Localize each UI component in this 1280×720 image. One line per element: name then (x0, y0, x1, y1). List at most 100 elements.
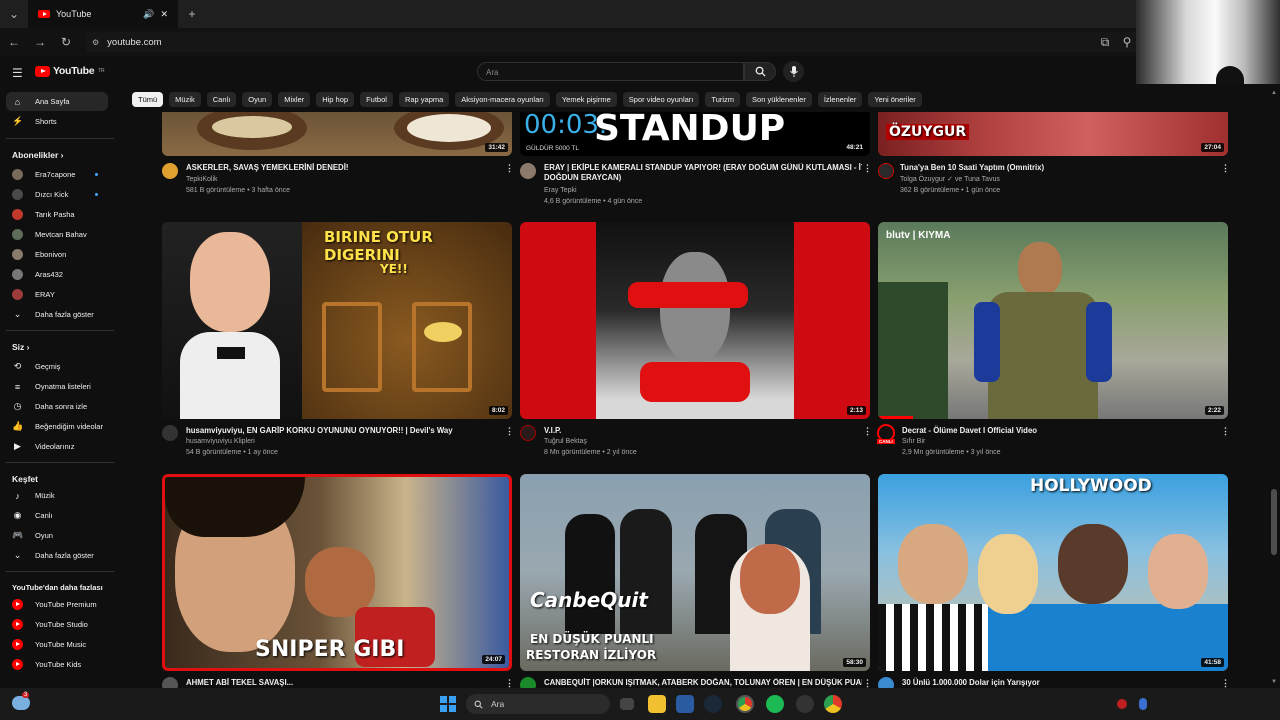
video-title[interactable]: ASKERLER, SAVAŞ YEMEKLERİNİ DENEDİ! (186, 163, 496, 173)
sidebar-item-shorts[interactable]: ⚡ Shorts (6, 112, 108, 131)
more-options-icon[interactable]: ⋮ (505, 426, 514, 437)
url-field[interactable]: ⚙ youtube.com (86, 32, 1272, 52)
chip[interactable]: Canlı (206, 92, 237, 107)
browser-tab-youtube[interactable]: YouTube 🔊 ✕ (28, 0, 178, 28)
sidebar-item-home[interactable]: ⌂ Ana Sayfa (6, 92, 108, 111)
video-thumbnail[interactable]: ÖZUYGUR 27:04 (878, 112, 1228, 156)
sidebar-item-liked[interactable]: 👍 Beğendiğim videolar (6, 417, 108, 436)
chip[interactable]: Rap yapma (398, 92, 450, 107)
scrollbar-thumb[interactable] (1271, 489, 1277, 555)
app-icon[interactable] (796, 695, 814, 713)
scroll-up-arrow-icon[interactable]: ▲ (1271, 90, 1277, 96)
video-title[interactable]: 30 Ünlü 1.000.000 Dolar için Yarışıyor (902, 678, 1212, 688)
video-thumbnail[interactable]: blutv | KIYMA 2:22 (878, 222, 1228, 419)
channel-avatar[interactable] (162, 163, 178, 179)
page-scrollbar[interactable] (1270, 90, 1278, 685)
tab-list-chevron-icon[interactable]: ⌄ (8, 7, 20, 21)
video-title[interactable]: husamviyuviyu, EN GARİP KORKU OYUNUNU OY… (186, 426, 496, 436)
sidebar-item-music[interactable]: ♪ Müzik (6, 486, 108, 505)
chip[interactable]: Son yüklenenler (746, 92, 812, 107)
chip[interactable]: Oyun (242, 92, 273, 107)
video-title[interactable]: CANBEQUİT |ORKUN IŞITMAK, ATABERK DOĞAN,… (544, 678, 862, 688)
sidebar-item-sub[interactable]: Era7capone (6, 165, 108, 184)
chip[interactable]: Yeni öneriler (868, 92, 922, 107)
video-thumbnail[interactable]: CanbeQuit EN DÜŞÜK PUANLI RESTORAN İZLİY… (520, 474, 870, 671)
video-thumbnail[interactable]: 31:42 (162, 112, 512, 156)
channel-name[interactable]: Eray Tepki (544, 185, 577, 196)
video-thumbnail[interactable]: BIRINE OTUR DIGERINI YE!! 8:02 (162, 222, 512, 419)
weather-widget[interactable] (12, 696, 30, 710)
sidebar-item-watch-later[interactable]: ◷ Daha sonra izle (6, 397, 108, 416)
more-options-icon[interactable]: ⋮ (863, 163, 872, 174)
search-input[interactable]: Ara (477, 62, 744, 81)
sidebar-item-sub[interactable]: Dızcı Kick (6, 185, 108, 204)
back-icon[interactable]: ← (8, 35, 20, 49)
file-explorer-icon[interactable] (648, 695, 666, 713)
sidebar-item-sub[interactable]: Aras432 (6, 265, 108, 284)
sidebar-item-kids[interactable]: YouTube Kids (6, 655, 108, 674)
chip[interactable]: Yemek pişirme (555, 92, 617, 107)
chrome-icon[interactable] (824, 695, 842, 713)
channel-name[interactable]: Sıfır Bir (902, 436, 925, 447)
sidebar-item-music-app[interactable]: YouTube Music (6, 635, 108, 654)
video-title[interactable]: Decrat - Ölüme Davet I Official Video (902, 426, 1212, 436)
audio-icon[interactable]: 🔊 (143, 9, 154, 20)
more-options-icon[interactable]: ⋮ (505, 163, 514, 174)
video-title[interactable]: AHMET ABİ TEKEL SAVAŞI... (186, 678, 496, 688)
youtube-logo[interactable]: YouTube TR (35, 65, 105, 77)
channel-avatar[interactable] (520, 425, 536, 441)
video-thumbnail[interactable]: SNIPER GIBI 24:07 (162, 474, 512, 671)
sidebar-item-studio[interactable]: YouTube Studio (6, 615, 108, 634)
chrome-icon[interactable] (736, 695, 754, 713)
channel-name[interactable]: husamviyuviyu Klipleri (186, 436, 255, 447)
video-thumbnail[interactable]: 2:13 (520, 222, 870, 419)
reload-icon[interactable]: ↻ (60, 35, 72, 49)
new-tab-icon[interactable]: + (186, 7, 198, 21)
cast-icon[interactable]: ⧉ (1099, 35, 1111, 50)
taskbar-search[interactable]: Ara (466, 694, 610, 714)
sidebar-item-sub[interactable]: ERAY (6, 285, 108, 304)
voice-search-button[interactable] (783, 61, 804, 82)
channel-name[interactable]: Tolga Özuygur ✓ ve Tuna Tavus (900, 174, 1000, 185)
show-more-explore[interactable]: ⌄ Daha fazla göster (6, 546, 108, 565)
task-view-icon[interactable] (620, 698, 634, 710)
more-options-icon[interactable]: ⋮ (863, 426, 872, 437)
channel-avatar[interactable] (520, 163, 536, 179)
video-title[interactable]: Tuna'ya Ben 10 Saati Yaptım (Omnitrix) (900, 163, 1210, 173)
more-options-icon[interactable]: ⋮ (1221, 163, 1230, 174)
sidebar-item-playlists[interactable]: ≡ Oynatma listeleri (6, 377, 108, 396)
chip[interactable]: Mixler (278, 92, 311, 107)
microphone-tray-icon[interactable] (1139, 698, 1147, 710)
site-info-icon[interactable]: ⚙ (92, 38, 99, 47)
steam-icon[interactable] (704, 695, 722, 713)
channel-name[interactable]: TepkiKolik (186, 174, 218, 185)
chip[interactable]: Hip hop (316, 92, 355, 107)
scroll-down-arrow-icon[interactable]: ▼ (1271, 679, 1277, 685)
app-icon[interactable] (676, 695, 694, 713)
chip[interactable]: Turizm (705, 92, 741, 107)
video-thumbnail[interactable]: HOLLYWOOD 41:58 (878, 474, 1228, 671)
tray-icon[interactable] (1117, 699, 1127, 709)
channel-name[interactable]: Tuğrul Bektaş (544, 436, 587, 447)
sidebar-item-history[interactable]: ⟲ Geçmiş (6, 357, 108, 376)
video-title-line2[interactable]: DOĞDUN ERAYCAN) (544, 173, 862, 183)
video-title[interactable]: V.I.P. (544, 426, 854, 436)
sidebar-item-sub[interactable]: Tarık Pasha (6, 205, 108, 224)
show-more-subs[interactable]: ⌄ Daha fazla göster (6, 305, 108, 324)
subscriptions-header[interactable]: Abonelikler › (12, 150, 64, 160)
menu-icon[interactable]: ☰ (12, 66, 23, 80)
sidebar-item-sub[interactable]: Ebonivon (6, 245, 108, 264)
sidebar-item-gaming[interactable]: 🎮 Oyun (6, 526, 108, 545)
sidebar-item-sub[interactable]: Mevtcan Bahav (6, 225, 108, 244)
close-tab-icon[interactable]: ✕ (160, 9, 168, 20)
more-options-icon[interactable]: ⋮ (1221, 426, 1230, 437)
forward-icon[interactable]: → (34, 35, 46, 49)
sidebar-item-live[interactable]: ◉ Canlı (6, 506, 108, 525)
chip[interactable]: Aksiyon-macera oyunları (455, 92, 550, 107)
chip[interactable]: Futbol (360, 92, 393, 107)
chip[interactable]: Müzik (169, 92, 201, 107)
zoom-icon[interactable]: ⚲ (1121, 35, 1133, 49)
video-thumbnail[interactable]: 00:03. GÜLDÜR 5000 TL STANDUP 48:21 (520, 112, 870, 156)
channel-avatar[interactable] (878, 163, 894, 179)
start-button[interactable] (440, 696, 456, 712)
